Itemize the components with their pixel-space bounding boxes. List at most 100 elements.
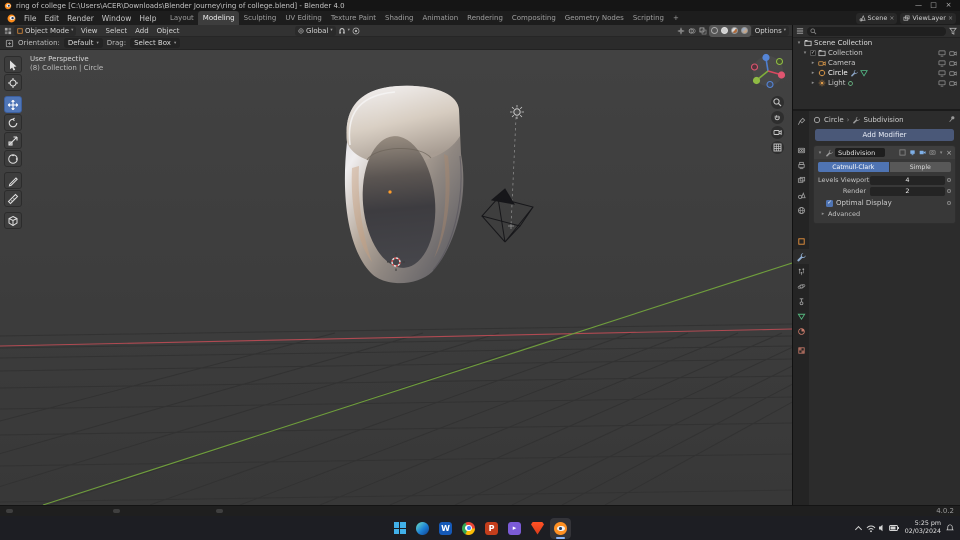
transform-orientation-dropdown[interactable]: Global ▾	[294, 25, 336, 36]
edge-app-button[interactable]	[412, 518, 433, 539]
proportional-editing-icon[interactable]	[351, 26, 361, 36]
tab-animation[interactable]: Animation	[418, 11, 463, 25]
render-levels-field[interactable]: 2	[870, 186, 945, 196]
menu-edit[interactable]: Edit	[41, 11, 64, 25]
outliner-row-camera[interactable]: ▸ Camera	[793, 58, 960, 68]
tab-physics[interactable]	[793, 279, 809, 294]
add-modifier-button[interactable]: Add Modifier	[815, 129, 954, 141]
display-on-cage-toggle[interactable]	[898, 149, 906, 157]
outliner-row-scene-collection[interactable]: ▾ Scene Collection	[793, 38, 960, 48]
tab-object[interactable]	[793, 234, 809, 249]
tab-layout[interactable]: Layout	[165, 11, 198, 25]
start-button[interactable]	[389, 518, 410, 539]
tab-geometry-nodes[interactable]: Geometry Nodes	[560, 11, 628, 25]
purple-app-button[interactable]: ▸	[504, 518, 525, 539]
disclosure-icon[interactable]: ▾	[802, 50, 808, 56]
tab-view-layer[interactable]	[793, 173, 809, 188]
toggle-perspective-button[interactable]	[771, 141, 784, 154]
disclosure-icon[interactable]: ▸	[810, 80, 816, 86]
blender-app-button[interactable]	[550, 517, 571, 539]
modifier-wrench-icon[interactable]	[850, 69, 858, 77]
tool-cursor-button[interactable]	[4, 74, 22, 91]
gizmo-x-axis[interactable]	[777, 71, 786, 79]
gizmo-toggle-icon[interactable]	[676, 26, 686, 36]
panel-disclosure-icon[interactable]: ▾	[817, 150, 823, 156]
menu-render[interactable]: Render	[63, 11, 98, 25]
viewlayer-selector[interactable]: ViewLayer ×	[900, 12, 956, 24]
hide-in-viewport-icon[interactable]	[938, 50, 946, 57]
outliner-row-circle[interactable]: ▸ Circle	[793, 68, 960, 78]
tab-particles[interactable]	[793, 264, 809, 279]
minimize-button[interactable]: —	[911, 0, 926, 11]
tab-rendering[interactable]: Rendering	[463, 11, 508, 25]
breadcrumb-modifier[interactable]: Subdivision	[863, 116, 903, 124]
gizmo-z-axis[interactable]	[762, 53, 770, 62]
hide-in-viewport-icon[interactable]	[938, 80, 946, 87]
outliner-search-input[interactable]	[807, 26, 946, 36]
levels-viewport-field[interactable]: 4	[870, 175, 945, 185]
taskbar-clock[interactable]: 5:25 pm 02/03/2024	[905, 520, 941, 536]
tab-tool[interactable]	[793, 114, 809, 129]
disable-in-renders-icon[interactable]	[949, 80, 957, 87]
disclosure-icon[interactable]: ▸	[810, 60, 816, 66]
filter-icon[interactable]	[949, 27, 957, 35]
tab-texture-paint[interactable]: Texture Paint	[326, 11, 380, 25]
unlink-viewlayer-icon[interactable]: ×	[948, 15, 953, 22]
gizmo-neg-y-axis[interactable]	[775, 57, 784, 66]
tool-select-box-button[interactable]	[4, 56, 22, 73]
powerpoint-app-button[interactable]: P	[481, 518, 502, 539]
snap-magnet-icon[interactable]	[337, 26, 347, 36]
shading-wireframe-icon[interactable]	[710, 26, 720, 36]
add-workspace-button[interactable]: +	[668, 11, 683, 25]
options-dropdown[interactable]: Options ▾	[751, 25, 789, 36]
breadcrumb-object[interactable]: Circle	[824, 116, 844, 124]
tab-sculpting[interactable]: Sculpting	[239, 11, 281, 25]
tab-texture[interactable]	[793, 343, 809, 358]
notification-bell-icon[interactable]	[946, 524, 954, 532]
menu-add[interactable]: Add	[132, 27, 153, 35]
hide-in-viewport-icon[interactable]	[938, 70, 946, 77]
close-button[interactable]: ×	[941, 0, 956, 11]
tab-render[interactable]	[793, 143, 809, 158]
tab-scene[interactable]	[793, 188, 809, 203]
display-realtime-toggle[interactable]	[918, 149, 926, 157]
tab-modifiers[interactable]	[793, 249, 809, 264]
tab-world[interactable]	[793, 203, 809, 218]
word-app-button[interactable]: W	[435, 518, 456, 539]
scene-selector[interactable]: Scene ×	[855, 12, 898, 24]
tool-annotate-button[interactable]	[4, 172, 22, 189]
menu-object[interactable]: Object	[153, 27, 183, 35]
advanced-section[interactable]: ▸ Advanced	[818, 209, 951, 219]
zoom-button[interactable]	[771, 96, 784, 109]
unlink-scene-icon[interactable]: ×	[889, 15, 894, 22]
gizmo-neg-z-axis[interactable]	[766, 80, 774, 89]
pan-button[interactable]	[771, 111, 784, 124]
tab-shading[interactable]: Shading	[381, 11, 418, 25]
disclosure-icon[interactable]: ▸	[810, 70, 816, 76]
viewport-canvas[interactable]	[0, 50, 792, 505]
modifier-name-field[interactable]: Subdivision	[835, 148, 885, 157]
orientation-default-dropdown[interactable]: Default ▾	[63, 38, 103, 48]
chrome-app-button[interactable]	[458, 518, 479, 539]
mode-dropdown[interactable]: Object Mode ▾	[14, 25, 77, 36]
tool-measure-button[interactable]	[4, 190, 22, 207]
gizmo-y-axis[interactable]	[752, 76, 761, 85]
outliner-row-collection[interactable]: ▾ ✓ Collection	[793, 48, 960, 58]
brave-app-button[interactable]	[527, 518, 548, 539]
disable-in-renders-icon[interactable]	[949, 70, 957, 77]
tab-modeling[interactable]: Modeling	[198, 11, 240, 25]
menu-help[interactable]: Help	[135, 11, 160, 25]
tool-scale-button[interactable]	[4, 132, 22, 149]
tool-rotate-button[interactable]	[4, 114, 22, 131]
tab-uv-editing[interactable]: UV Editing	[281, 11, 327, 25]
camera-view-button[interactable]	[771, 126, 784, 139]
pin-icon[interactable]	[948, 115, 956, 123]
keyframe-dot-icon[interactable]	[947, 201, 951, 205]
outliner-editor-icon[interactable]	[796, 27, 804, 35]
snap-dropdown[interactable]: ▾	[348, 28, 350, 33]
tool-transform-button[interactable]	[4, 150, 22, 167]
disable-in-renders-icon[interactable]	[949, 60, 957, 67]
catmull-clark-button[interactable]: Catmull-Clark	[818, 162, 889, 172]
simple-button[interactable]: Simple	[889, 162, 951, 172]
shading-material-icon[interactable]	[730, 26, 740, 36]
